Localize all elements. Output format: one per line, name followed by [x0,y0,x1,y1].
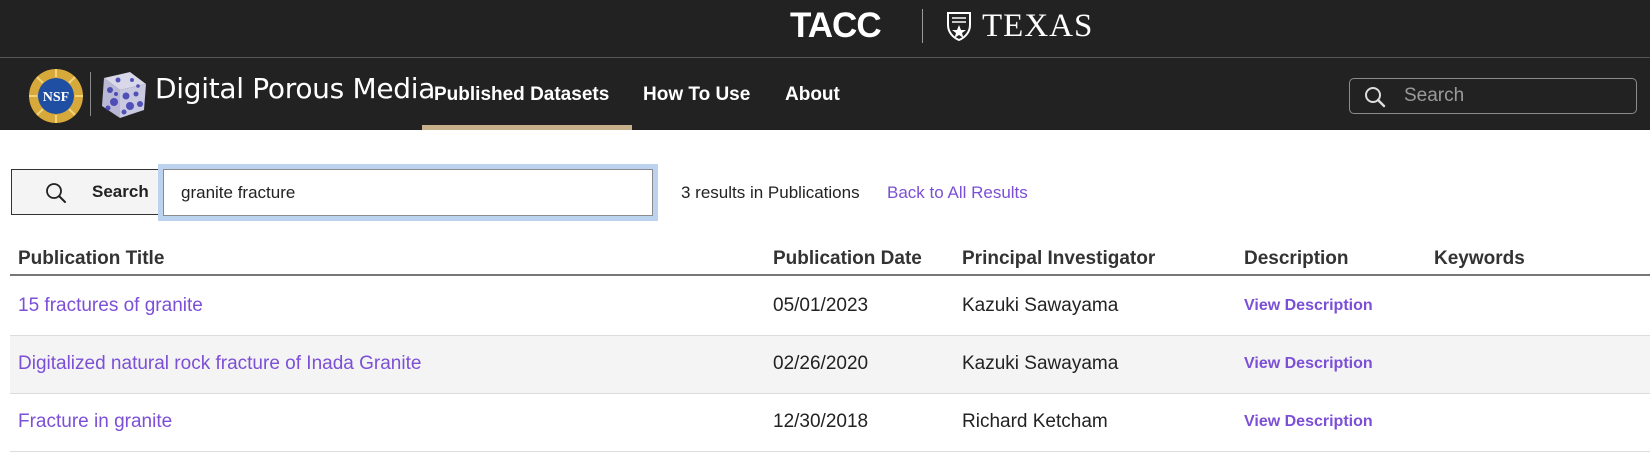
table-row: Fracture in granite 12/30/2018 Richard K… [10,394,1650,452]
search-button[interactable]: Search [11,169,164,215]
site-title[interactable]: Digital Porous Media [155,72,435,105]
publication-date: 02/26/2020 [773,353,869,374]
column-header-keywords[interactable]: Keywords [1434,248,1525,270]
principal-investigator: Kazuki Sawayama [962,353,1119,374]
publication-title-link[interactable]: Digitalized natural rock fracture of Ina… [18,353,421,375]
column-header-description[interactable]: Description [1244,248,1349,270]
publication-date: 05/01/2023 [773,295,869,316]
tacc-logo-text: TACC [790,6,882,45]
results-table-header: Publication Title Publication Date Princ… [10,246,1650,276]
search-icon [1365,87,1386,108]
view-description-link[interactable]: View Description [1244,413,1373,431]
publication-title-link[interactable]: Fracture in granite [18,411,172,433]
texas-logo[interactable]: TEXAS [946,8,1093,44]
publication-title-link[interactable]: 15 fractures of granite [18,295,203,317]
view-description-link[interactable]: View Description [1244,355,1373,373]
main-nav: NSF Digital Porous Media Published Datas… [0,57,1650,130]
column-header-date[interactable]: Publication Date [773,248,922,270]
tacc-logo[interactable]: TACC [790,6,882,46]
ut-shield-icon [947,12,971,41]
principal-investigator: Kazuki Sawayama [962,295,1119,316]
column-header-pi[interactable]: Principal Investigator [962,248,1155,270]
view-description-link[interactable]: View Description [1244,297,1373,315]
result-count: 3 results in Publications [681,183,860,202]
column-header-title[interactable]: Publication Title [18,248,164,270]
banner-divider [922,9,923,43]
texas-wordmark: TEXAS [982,7,1094,44]
query-input[interactable] [163,169,653,216]
nav-divider [90,72,91,116]
search-icon [46,183,66,203]
publication-date: 12/30/2018 [773,411,869,432]
nav-search-box[interactable] [1349,78,1637,114]
porous-media-cube-logo[interactable] [96,68,150,120]
nav-about[interactable]: About [785,84,840,106]
nav-how-to-use[interactable]: How To Use [643,84,750,106]
nsf-logo[interactable]: NSF [28,68,84,124]
back-to-all-results-link[interactable]: Back to All Results [887,183,1028,203]
nsf-logo-text: NSF [43,90,69,105]
nav-published-datasets[interactable]: Published Datasets [434,84,609,106]
top-banner: TACC TEXAS [0,0,1650,57]
principal-investigator: Richard Ketcham [962,411,1108,432]
table-row: Digitalized natural rock fracture of Ina… [10,336,1650,394]
active-nav-indicator [422,125,632,130]
nav-search-input[interactable] [1404,83,1624,109]
table-row: 15 fractures of granite 05/01/2023 Kazuk… [10,278,1650,336]
search-button-label: Search [92,182,149,201]
